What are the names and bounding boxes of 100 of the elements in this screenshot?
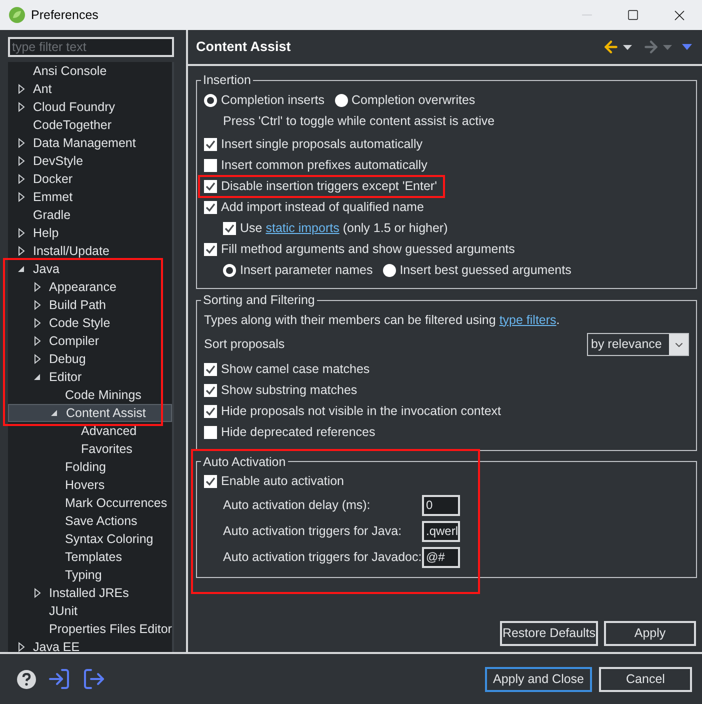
collapsed-icon[interactable]: [34, 300, 40, 310]
checkbox-label: Disable insertion triggers except 'Enter': [221, 178, 437, 195]
option-label: Insert best guessed arguments: [400, 262, 572, 279]
checkbox-label: Insert single proposals automatically: [221, 136, 422, 153]
tree-item[interactable]: Data Management: [8, 134, 172, 152]
checkbox[interactable]: [204, 384, 217, 396]
tree-item[interactable]: Ansi Console: [8, 62, 172, 80]
field-label: Sort proposals: [204, 336, 285, 354]
group-title: Insertion: [202, 72, 252, 89]
tree-item[interactable]: Save Actions: [8, 512, 172, 530]
checkbox[interactable]: [204, 404, 217, 418]
checkbox[interactable]: [204, 180, 217, 193]
link[interactable]: static imports: [266, 220, 340, 235]
collapsed-icon[interactable]: [18, 192, 24, 202]
tree-item[interactable]: Java EE: [8, 638, 172, 652]
dropdown-caret-icon[interactable]: [623, 44, 632, 50]
checkbox[interactable]: [204, 138, 217, 151]
leaf-logo-icon: [9, 7, 25, 23]
tree-item[interactable]: Folding: [8, 458, 172, 476]
dialog-button[interactable]: Apply: [604, 621, 696, 646]
expanded-icon[interactable]: [17, 265, 25, 273]
back-icon[interactable]: [602, 38, 620, 56]
checkbox-label: Hide deprecated references: [221, 424, 376, 441]
hint-text: Press 'Ctrl' to toggle while content assist is active: [223, 112, 495, 130]
collapsed-icon[interactable]: [18, 246, 24, 256]
text-field[interactable]: @#: [422, 546, 460, 568]
tree-item[interactable]: Content Assist: [8, 404, 172, 422]
radio-button[interactable]: [204, 94, 217, 107]
collapsed-icon[interactable]: [18, 174, 24, 184]
tree-item[interactable]: Install/Update: [8, 242, 172, 260]
tree-item[interactable]: Properties Files Editor: [8, 620, 172, 638]
tree-item[interactable]: Appearance: [8, 278, 172, 296]
radio-button[interactable]: [382, 264, 396, 277]
tree-item[interactable]: CodeTogether: [8, 116, 172, 134]
tree-item[interactable]: Mark Occurrences: [8, 494, 172, 512]
checkbox[interactable]: [204, 158, 217, 172]
checkbox[interactable]: [204, 242, 217, 256]
field-label: Auto activation delay (ms):: [223, 496, 372, 514]
expanded-icon[interactable]: [33, 373, 41, 381]
tree-item[interactable]: Gradle: [8, 206, 172, 224]
tree-item[interactable]: Compiler: [8, 332, 172, 350]
checkbox-label: Hide proposals not visible in the invocation context: [221, 402, 502, 420]
dialog-button[interactable]: Apply and Close: [485, 666, 592, 692]
tree-item[interactable]: Ant: [8, 80, 172, 98]
collapsed-icon[interactable]: [18, 642, 24, 652]
collapsed-icon[interactable]: [34, 282, 40, 292]
tree-item[interactable]: Code Style: [8, 314, 172, 332]
collapsed-icon[interactable]: [34, 336, 40, 346]
tree-item[interactable]: Syntax Coloring: [8, 530, 172, 548]
text-field[interactable]: 0: [422, 494, 460, 516]
checkbox-label: Insert common prefixes automatically: [221, 156, 428, 174]
view-menu-icon[interactable]: [682, 44, 692, 50]
tree-item[interactable]: Hovers: [8, 476, 172, 494]
radio-button[interactable]: [334, 94, 348, 107]
dialog-button[interactable]: Restore Defaults: [500, 621, 598, 646]
dialog-button[interactable]: Cancel: [599, 666, 692, 692]
tree-item[interactable]: Docker: [8, 170, 172, 188]
checkbox-label: Show camel case matches: [221, 360, 370, 378]
radio-button[interactable]: [223, 264, 236, 277]
collapsed-icon[interactable]: [18, 84, 24, 94]
help-icon[interactable]: [17, 670, 36, 688]
tree-item[interactable]: JUnit: [8, 602, 172, 620]
tree-item[interactable]: Advanced: [8, 422, 172, 440]
checkbox[interactable]: [204, 200, 217, 214]
tree-item[interactable]: DevStyle: [8, 152, 172, 170]
tree-item[interactable]: Installed JREs: [8, 584, 172, 602]
collapsed-icon[interactable]: [18, 228, 24, 238]
tree-item[interactable]: Debug: [8, 350, 172, 368]
expanded-icon[interactable]: [50, 409, 58, 417]
tree-item[interactable]: Favorites: [8, 440, 172, 458]
collapsed-icon[interactable]: [34, 588, 40, 598]
text-field[interactable]: .qwerl: [422, 520, 460, 542]
tree-item[interactable]: Emmet: [8, 188, 172, 206]
field-label: Auto activation triggers for Java:: [223, 522, 403, 540]
collapsed-icon[interactable]: [34, 318, 40, 328]
maximize-icon[interactable]: [627, 9, 639, 21]
checkbox[interactable]: [204, 426, 217, 438]
tree-item[interactable]: Help: [8, 224, 172, 242]
option-label: Completion overwrites: [352, 92, 476, 109]
checkbox[interactable]: [223, 222, 236, 235]
tree-item[interactable]: Templates: [8, 548, 172, 566]
filter-field[interactable]: type filter text: [8, 37, 174, 57]
tree-item[interactable]: Build Path: [8, 296, 172, 314]
collapsed-icon[interactable]: [18, 156, 24, 166]
collapsed-icon[interactable]: [18, 138, 24, 148]
import-icon[interactable]: [47, 667, 71, 691]
link[interactable]: type filters: [499, 312, 556, 327]
collapsed-icon[interactable]: [18, 102, 24, 112]
collapsed-icon[interactable]: [34, 354, 40, 364]
page-title: Content Assist: [196, 38, 291, 56]
tree-item[interactable]: Code Minings: [8, 386, 172, 404]
tree-item[interactable]: Cloud Foundry: [8, 98, 172, 116]
checkbox[interactable]: [204, 475, 217, 488]
tree-item[interactable]: Java: [8, 260, 172, 278]
checkbox[interactable]: [204, 362, 217, 376]
tree-item[interactable]: Editor: [8, 368, 172, 386]
group-title: Sorting and Filtering: [202, 292, 316, 309]
export-icon[interactable]: [82, 667, 106, 691]
sort-dropdown[interactable]: by relevance: [587, 333, 689, 356]
tree-item[interactable]: Typing: [8, 566, 172, 584]
